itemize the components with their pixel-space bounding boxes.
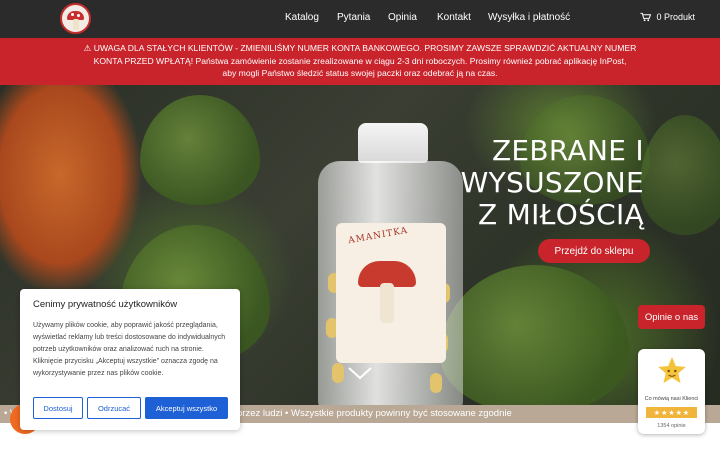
- leaf-decoration: [640, 115, 720, 235]
- star-icon: ★: [653, 409, 661, 417]
- cookie-accept-all-button[interactable]: Akceptuj wszystko: [145, 397, 228, 419]
- nav-link-opinia[interactable]: Opinia: [388, 12, 417, 23]
- reviews-widget-label: Co mówią nasi Klienci: [644, 396, 699, 402]
- chevron-down-icon[interactable]: [347, 365, 373, 381]
- leaf-decoration: [440, 265, 630, 405]
- star-icon: ★: [668, 409, 675, 417]
- cookie-buttons: Dostosuj Odrzucać Akceptuj wszystko: [33, 397, 228, 419]
- cart-button[interactable]: 0 Produkt: [640, 12, 695, 22]
- nav-link-katalog[interactable]: Katalog: [285, 12, 319, 23]
- star-icon: ★: [682, 409, 690, 417]
- leaf-decoration: [140, 95, 260, 205]
- product-jar-image: AMANITKA: [318, 123, 463, 405]
- nav-link-kontakt[interactable]: Kontakt: [437, 12, 471, 23]
- reviews-count: 1354 opinie: [657, 423, 686, 429]
- rating-stars: ★ ★ ★ ★ ★: [646, 407, 697, 418]
- hero-title-line-1: ZEBRANE I: [491, 134, 644, 167]
- alert-line-1: ⚠ UWAGA DLA STAŁYCH KLIENTÓW - ZMIENILIŚ…: [83, 43, 637, 53]
- cookie-body-text: Używamy plików cookie, aby poprawić jako…: [33, 322, 226, 377]
- top-nav: Katalog Pytania Opinia Kontakt Wysyłka i…: [0, 0, 720, 38]
- reviews-tab-button[interactable]: Opinie o nas: [638, 305, 705, 329]
- hero-title: ZEBRANE I WYSUSZONE Z MIŁOŚCIĄ: [461, 135, 644, 231]
- alert-line-2: KONTA PRZED WPŁATĄ! Państwa zamówienie z…: [93, 55, 627, 66]
- cookie-reject-button[interactable]: Odrzucać: [87, 397, 141, 419]
- go-to-shop-button[interactable]: Przejdź do sklepu: [538, 239, 650, 263]
- hero-title-line-2: WYSUSZONE: [460, 166, 644, 199]
- nav-link-pytania[interactable]: Pytania: [337, 12, 370, 23]
- nav-link-wysylka[interactable]: Wysyłka i płatność: [488, 12, 570, 23]
- site-logo[interactable]: [60, 3, 91, 34]
- alert-line-3: aby mogli Państwo śledzić status swojej …: [222, 68, 498, 79]
- star-icon: ★: [661, 409, 668, 417]
- hero-title-line-3: Z MIŁOŚCIĄ: [477, 198, 644, 231]
- star-icon: [658, 357, 686, 383]
- reviews-widget[interactable]: Co mówią nasi Klienci ★ ★ ★ ★ ★ 1354 opi…: [638, 349, 705, 434]
- cookie-title: Cenimy prywatność użytkowników: [33, 299, 178, 310]
- cart-label: 0 Produkt: [656, 12, 695, 22]
- alert-banner: ⚠ UWAGA DLA STAŁYCH KLIENTÓW - ZMIENILIŚ…: [0, 38, 720, 85]
- cart-icon: [640, 12, 652, 22]
- star-icon: ★: [675, 409, 682, 417]
- cookie-consent-dialog: Cenimy prywatność użytkowników Używamy p…: [20, 289, 240, 430]
- cookie-customize-button[interactable]: Dostosuj: [33, 397, 83, 419]
